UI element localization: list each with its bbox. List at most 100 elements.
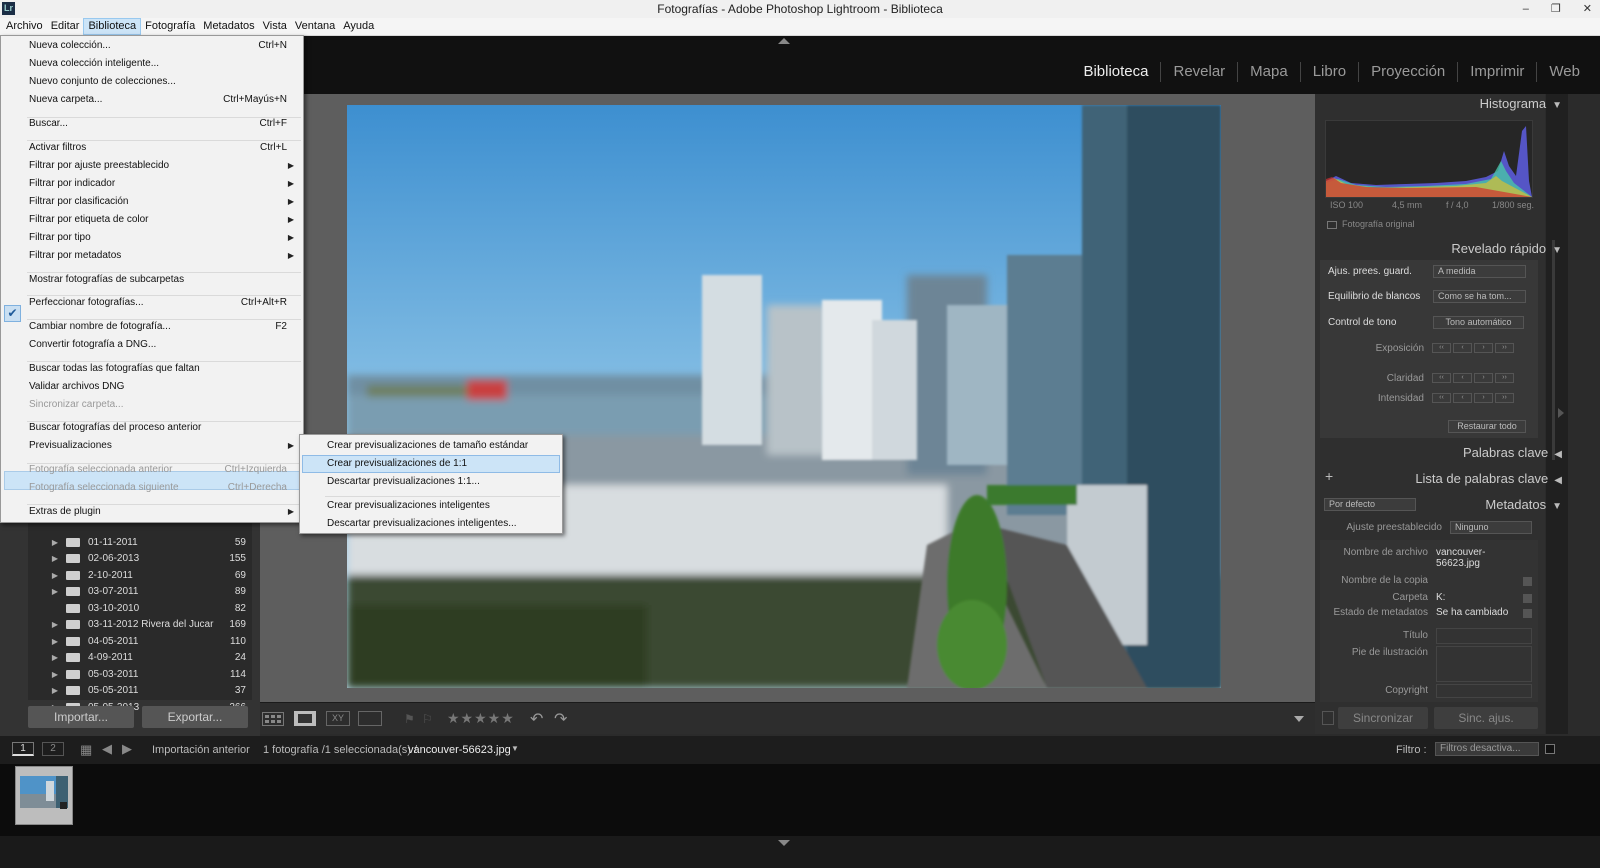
grid-view-icon[interactable] xyxy=(262,712,284,726)
copy-name-action-icon[interactable] xyxy=(1523,577,1532,586)
right-panel-scrollbar[interactable] xyxy=(1552,240,1555,460)
exposure-up-large-button[interactable]: ›› xyxy=(1495,343,1514,353)
menu-item-rename-photo[interactable]: Cambiar nombre de fotografía... F2 xyxy=(1,319,303,335)
expand-triangle-icon[interactable]: ▶ xyxy=(48,571,62,580)
vibrance-down-large-button[interactable]: ‹‹ xyxy=(1432,393,1451,403)
menu-item-show-subfolder-photos[interactable]: Mostrar fotografías de subcarpetas xyxy=(1,272,303,288)
sync-metadata-button[interactable]: Sincronizar xyxy=(1338,707,1428,729)
back-arrow-icon[interactable]: ◀ xyxy=(102,741,112,757)
go-to-folder-icon[interactable] xyxy=(1523,594,1532,603)
keywords-header[interactable]: Palabras clave ◀ xyxy=(1463,445,1562,460)
module-web[interactable]: Web xyxy=(1536,62,1592,82)
menu-item-new-collection[interactable]: Nueva colección... Ctrl+N xyxy=(1,38,303,54)
white-balance-select[interactable]: Como se ha tom... xyxy=(1433,290,1526,303)
clarity-up-button[interactable]: › xyxy=(1474,373,1493,383)
module-biblioteca[interactable]: Biblioteca xyxy=(1071,62,1160,82)
submenu-item-create-standard-previews[interactable]: Crear previsualizaciones de tamaño están… xyxy=(327,440,528,451)
metadata-header[interactable]: Metadatos ▼ xyxy=(1485,497,1562,512)
menu-item-find[interactable]: Buscar... Ctrl+F xyxy=(1,116,303,132)
clarity-up-large-button[interactable]: ›› xyxy=(1495,373,1514,383)
add-keyword-icon[interactable]: + xyxy=(1325,468,1333,484)
folder-row[interactable]: ▶ 05-05-2011 37 xyxy=(30,683,250,700)
module-mapa[interactable]: Mapa xyxy=(1237,62,1300,82)
auto-sync-toggle[interactable] xyxy=(1322,711,1334,725)
menu-ayuda[interactable]: Ayuda xyxy=(339,18,378,35)
menu-vista[interactable]: Vista xyxy=(259,18,291,35)
copyright-field[interactable] xyxy=(1436,684,1532,698)
expand-triangle-icon[interactable]: ▶ xyxy=(48,670,62,679)
filmstrip-thumbnail[interactable] xyxy=(15,766,73,825)
folder-row[interactable]: 03-10-2010 82 xyxy=(30,600,250,617)
menu-item-filter-by-kind[interactable]: Filtrar por tipo ▶ xyxy=(1,230,303,246)
original-photo-checkbox[interactable] xyxy=(1327,221,1337,229)
quick-develop-header[interactable]: Revelado rápido ▼ xyxy=(1451,241,1562,256)
saved-preset-select[interactable]: A medida xyxy=(1433,265,1526,278)
menu-metadatos[interactable]: Metadatos xyxy=(199,18,258,35)
expand-triangle-icon[interactable]: ▶ xyxy=(48,686,62,695)
filename-dropdown-icon[interactable]: ▼ xyxy=(511,744,519,753)
vibrance-down-button[interactable]: ‹ xyxy=(1453,393,1472,403)
title-field[interactable] xyxy=(1436,628,1532,644)
file-name-value-line2[interactable]: 56623.jpg xyxy=(1436,558,1480,569)
expand-right-panel-icon[interactable] xyxy=(1558,408,1564,418)
menu-item-filter-by-metadata[interactable]: Filtrar por metadatos ▶ xyxy=(1,248,303,264)
menu-item-previews[interactable]: Previsualizaciones ▶ xyxy=(1,438,303,454)
expand-triangle-icon[interactable]: ▶ xyxy=(48,538,62,547)
exposure-down-large-button[interactable]: ‹‹ xyxy=(1432,343,1451,353)
file-name-value-line1[interactable]: vancouver- xyxy=(1436,547,1485,558)
main-photo[interactable] xyxy=(347,105,1221,688)
reset-all-button[interactable]: Restaurar todo xyxy=(1448,420,1526,433)
caption-field[interactable] xyxy=(1436,646,1532,682)
menu-item-find-missing-photos[interactable]: Buscar todas las fotografías que faltan xyxy=(1,361,303,377)
minimize-button[interactable]: – xyxy=(1523,0,1529,18)
menu-item-new-folder[interactable]: Nueva carpeta... Ctrl+Mayús+N xyxy=(1,92,303,108)
primary-window-button[interactable]: 1 xyxy=(12,742,34,756)
clarity-down-large-button[interactable]: ‹‹ xyxy=(1432,373,1451,383)
metadata-view-select[interactable]: Por defecto xyxy=(1324,498,1416,511)
menu-biblioteca[interactable]: Biblioteca xyxy=(83,18,142,35)
menu-archivo[interactable]: Archivo xyxy=(2,18,47,35)
menu-item-synchronize-folder[interactable]: Sincronizar carpeta... xyxy=(1,397,303,413)
module-proyeccion[interactable]: Proyección xyxy=(1358,62,1457,82)
submenu-item-discard-1to1-previews[interactable]: Descartar previsualizaciones 1:1... xyxy=(327,476,480,487)
source-label[interactable]: Importación anterior xyxy=(152,744,250,756)
folder-row[interactable]: ▶ 02-06-2013 155 xyxy=(30,551,250,568)
vibrance-up-large-button[interactable]: ›› xyxy=(1495,393,1514,403)
folder-row[interactable]: ▶ 4-09-2011 24 xyxy=(30,650,250,667)
menu-item-previous-selected-photo[interactable]: Fotografía seleccionada anterior Ctrl+Izq… xyxy=(1,462,303,478)
submenu-item-discard-smart-previews[interactable]: Descartar previsualizaciones inteligente… xyxy=(327,518,517,529)
collapse-top-panel-icon[interactable] xyxy=(778,38,790,44)
menu-item-new-collection-set[interactable]: Nuevo conjunto de colecciones... xyxy=(1,74,303,90)
selected-filename[interactable]: vancouver-56623.jpg xyxy=(408,744,511,756)
restore-button[interactable]: ❐ xyxy=(1551,0,1561,18)
menu-item-convert-to-dng[interactable]: Convertir fotografía a DNG... xyxy=(1,337,303,353)
metadata-status-action-icon[interactable] xyxy=(1523,609,1532,618)
folder-row[interactable]: ▶ 03-07-2011 89 xyxy=(30,584,250,601)
vibrance-up-button[interactable]: › xyxy=(1474,393,1493,403)
module-revelar[interactable]: Revelar xyxy=(1160,62,1237,82)
filter-lock-icon[interactable] xyxy=(1545,744,1555,754)
folder-row[interactable]: ▶ 2-10-2011 69 xyxy=(30,567,250,584)
menu-item-filter-by-flag[interactable]: Filtrar por indicador ▶ xyxy=(1,176,303,192)
filter-select[interactable]: Filtros desactiva... xyxy=(1435,742,1539,756)
menu-ventana[interactable]: Ventana xyxy=(291,18,339,35)
flag-icon[interactable]: ⚑ xyxy=(404,712,415,726)
secondary-window-button[interactable]: 2 xyxy=(42,742,64,756)
import-button[interactable]: Importar... xyxy=(28,706,134,728)
close-button[interactable]: ✕ xyxy=(1583,0,1592,18)
folder-row[interactable]: ▶ 05-03-2011 114 xyxy=(30,666,250,683)
menu-item-filter-by-preset[interactable]: Filtrar por ajuste preestablecido ▶ xyxy=(1,158,303,174)
sync-settings-button[interactable]: Sinc. ajus. xyxy=(1434,707,1538,729)
menu-item-enhance-photos[interactable]: Perfeccionar fotografías... Ctrl+Alt+R xyxy=(1,295,303,311)
reject-flag-icon[interactable]: ⚐ xyxy=(422,712,433,726)
metadata-preset-select[interactable]: Ninguno xyxy=(1450,521,1532,534)
module-imprimir[interactable]: Imprimir xyxy=(1457,62,1536,82)
rotate-right-icon[interactable]: ↷ xyxy=(554,709,567,729)
expand-triangle-icon[interactable]: ▶ xyxy=(48,620,62,629)
menu-fotografia[interactable]: Fotografía xyxy=(141,18,199,35)
submenu-item-create-1to1-previews[interactable]: Crear previsualizaciones de 1:1 xyxy=(327,458,467,469)
module-libro[interactable]: Libro xyxy=(1299,62,1358,82)
forward-arrow-icon[interactable]: ▶ xyxy=(122,741,132,757)
folder-row[interactable]: ▶ 03-11-2012 Rivera del Jucar 169 xyxy=(30,617,250,634)
menu-item-validate-dng[interactable]: Validar archivos DNG xyxy=(1,379,303,395)
